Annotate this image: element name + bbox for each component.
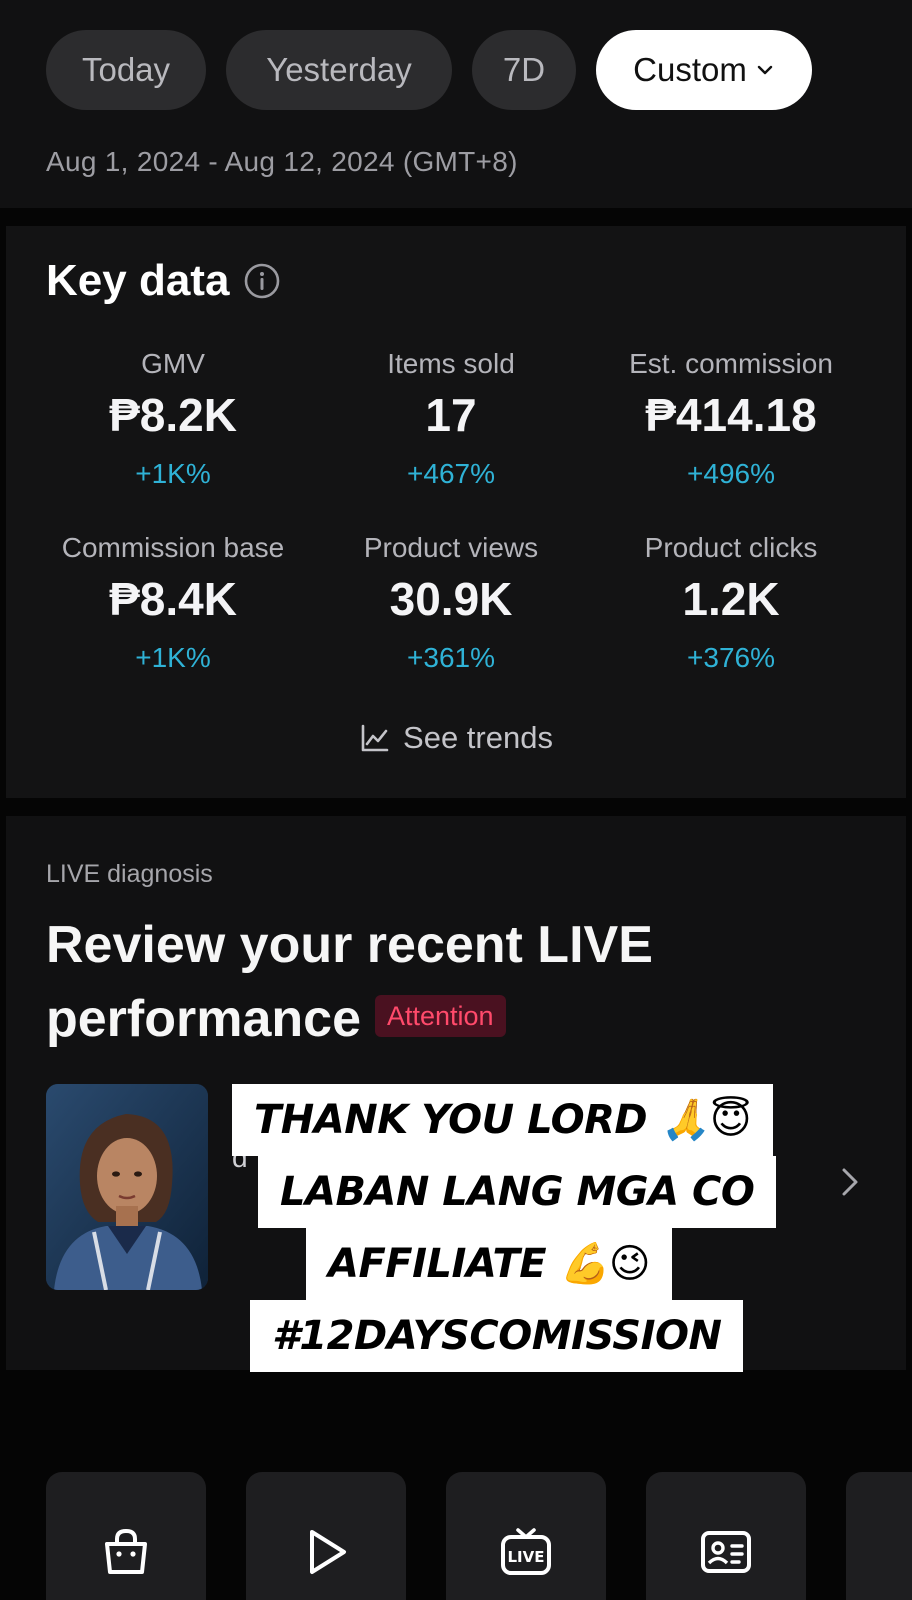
metric-value: ₱414.18 [645,389,817,441]
chip-7d-label: 7D [502,51,546,88]
chip-today[interactable]: Today [46,30,206,110]
shopping-bag-icon [105,1528,147,1574]
date-range-text: Aug 1, 2024 - Aug 12, 2024 (GMT+8) [46,146,518,177]
metric-product-clicks[interactable]: Product clicks 1.2K +376% [586,532,876,674]
date-filter-chips: Today Yesterday 7D Custom [46,30,812,110]
page: Today Yesterday 7D Custom Aug 1, 2024 - … [0,0,912,1600]
live-title: Review your recent LIVE performance Atten… [46,908,886,1056]
see-trends-button[interactable]: See trends [6,720,906,756]
metric-delta: +1K% [135,642,211,673]
key-data-heading: Key data [46,256,281,306]
metric-value: ₱8.4K [109,573,237,625]
tool-live[interactable]: LIVE [446,1472,606,1600]
live-tv-icon: LIVE [501,1528,551,1575]
live-title-text: Review your recent LIVE performance [46,916,653,1048]
attention-badge: Attention [375,995,506,1038]
date-filter-section: Today Yesterday 7D Custom Aug 1, 2024 - … [0,0,912,208]
see-trends-label: See trends [403,720,553,755]
metric-value: 1.2K [682,573,780,625]
metric-gmv[interactable]: GMV ₱8.2K +1K% [28,348,318,490]
metric-product-views[interactable]: Product views 30.9K +361% [306,532,596,674]
tool-shop[interactable] [46,1472,206,1600]
metric-label: Items sold [387,348,515,379]
caption-line: LABAN LANG MGA CO [258,1156,777,1228]
info-icon[interactable] [243,262,281,300]
key-data-title: Key data [46,256,230,305]
chip-yesterday[interactable]: Yesterday [226,30,452,110]
tools-row: LIVE [0,1410,912,1600]
metric-label: Commission base [61,532,285,563]
caption-overlay: THANK YOU LORD 🙏😇 LABAN LANG MGA CO AFFI… [0,1084,912,1372]
metric-delta: +361% [407,642,495,673]
metric-label: Est. commission [629,348,833,379]
chip-custom-label: Custom [633,51,747,88]
metric-commission-base[interactable]: Commission base ₱8.4K +1K% [28,532,318,674]
play-icon [310,1530,346,1574]
chip-today-label: Today [81,51,171,88]
metric-delta: +496% [687,458,775,489]
key-data-card: Key data GMV ₱8.2K +1K% Items sold 17 +4… [6,226,906,798]
chip-7d[interactable]: 7D [472,30,576,110]
chevron-down-icon [757,65,773,75]
live-diagnosis-label: LIVE diagnosis [46,860,213,888]
caption-line: #12DAYSCOMISSION [250,1300,744,1372]
tool-more-partial[interactable] [846,1472,912,1600]
caption-line: AFFILIATE 💪😉 [306,1228,673,1300]
id-card-icon [701,1531,751,1573]
metric-label: Product clicks [644,532,818,563]
trend-chart-icon [361,724,389,752]
chip-custom[interactable]: Custom [596,30,812,110]
metric-label: Product views [363,532,539,563]
metric-delta: +376% [687,642,775,673]
metric-label: GMV [141,348,205,379]
metric-items-sold[interactable]: Items sold 17 +467% [306,348,596,490]
chip-yesterday-label: Yesterday [266,51,412,88]
metric-value: ₱8.2K [109,389,237,441]
metric-delta: +1K% [135,458,211,489]
metric-value: 17 [425,389,477,441]
svg-text:LIVE: LIVE [508,1548,545,1566]
metric-est-commission[interactable]: Est. commission ₱414.18 +496% [586,348,876,490]
metric-value: 30.9K [389,573,513,625]
metric-delta: +467% [407,458,495,489]
tool-video[interactable] [246,1472,406,1600]
tool-profile[interactable] [646,1472,806,1600]
caption-line: THANK YOU LORD 🙏😇 [232,1084,774,1156]
